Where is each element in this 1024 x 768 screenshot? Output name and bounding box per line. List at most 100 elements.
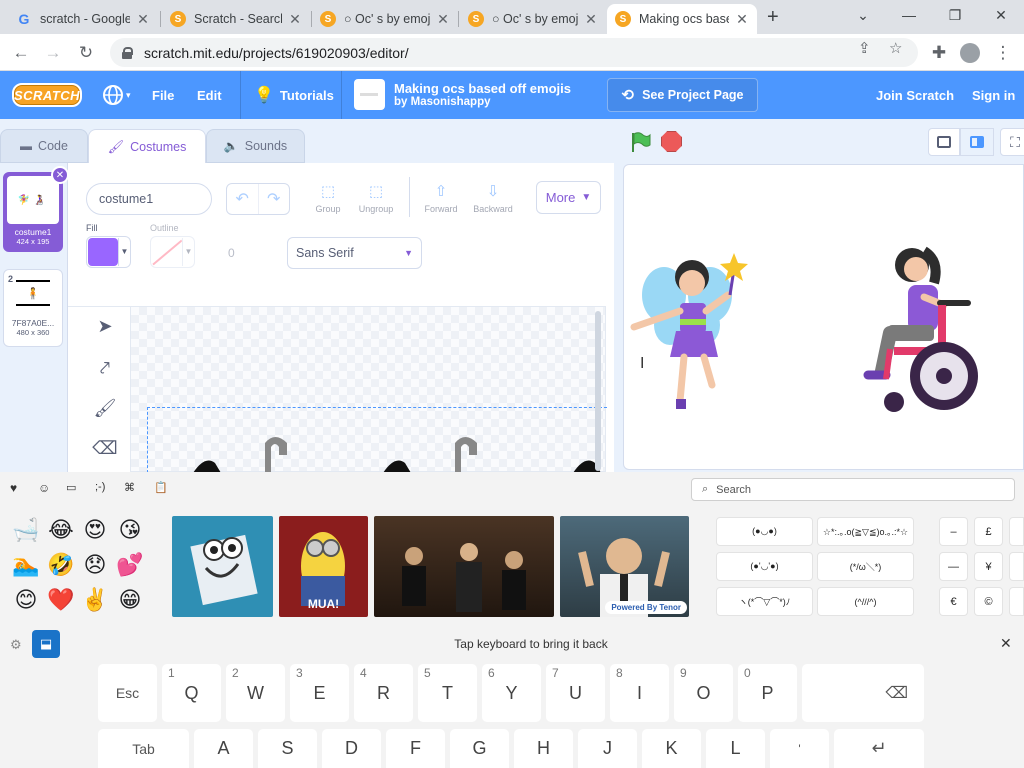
key-r[interactable]: 4R <box>354 664 413 722</box>
emoji-two-hearts[interactable]: 💕 <box>115 552 145 578</box>
key-backspace[interactable]: ⌫ <box>802 664 924 722</box>
key-a[interactable]: A <box>194 729 253 768</box>
emoji-smile[interactable]: 😊 <box>11 587 41 613</box>
key-apostrophe[interactable]: ' <box>770 729 829 768</box>
gif-item[interactable]: Powered By Tenor <box>560 516 689 617</box>
eraser-tool-icon[interactable]: ⌫ <box>92 435 118 461</box>
symbol-key[interactable]: © <box>974 587 1003 616</box>
emoji-disappointed[interactable]: 😞 <box>80 552 110 578</box>
emoji-red-heart[interactable]: ❤️ <box>46 587 76 613</box>
emoji-heart-eyes[interactable]: 😍 <box>80 517 110 543</box>
key-l[interactable]: L <box>706 729 765 768</box>
key-s[interactable]: S <box>258 729 317 768</box>
key-i[interactable]: 8I <box>610 664 669 722</box>
close-icon[interactable]: ✕ <box>136 11 150 28</box>
more-menu-icon[interactable]: ⋮ <box>990 40 1016 66</box>
join-scratch-link[interactable]: Join Scratch <box>876 71 954 119</box>
back-icon[interactable]: ← <box>8 40 34 66</box>
backward-button[interactable]: ⇩ Backward <box>470 181 516 214</box>
browser-tab-active[interactable]: S Making ocs based off emojis ✕ <box>607 4 757 34</box>
delete-costume-icon[interactable]: ✕ <box>51 166 69 184</box>
tab-sounds[interactable]: 🔈 Sounds <box>206 129 305 163</box>
browser-tab[interactable]: S ○ Oc' s by emojis ✕ <box>460 4 606 34</box>
key-y[interactable]: 6Y <box>482 664 541 722</box>
close-icon[interactable]: ✕ <box>735 11 749 28</box>
window-close-icon[interactable]: ✕ <box>978 0 1024 30</box>
costume-item-selected[interactable]: 1 ✕ 🧚‍♀️👩‍🦽 costume1 424 x 195 <box>3 166 69 252</box>
fullscreen-icon[interactable]: ⛶ <box>1000 128 1024 156</box>
bookmark-star-icon[interactable]: ☆ <box>889 39 902 57</box>
redo-icon[interactable]: ↷ <box>259 184 290 214</box>
fill-color-picker[interactable]: ▼ <box>86 236 131 268</box>
paint-canvas[interactable] <box>130 306 607 473</box>
key-j[interactable]: J <box>578 729 637 768</box>
green-flag-icon[interactable] <box>628 130 652 154</box>
tab-search-icon[interactable]: ⌄ <box>840 0 886 30</box>
symbol-key-partial[interactable] <box>1009 552 1024 581</box>
tab-costumes[interactable]: 🖌 Costumes <box>88 129 206 163</box>
key-e[interactable]: 3E <box>290 664 349 722</box>
symbol-key-partial[interactable] <box>1009 587 1024 616</box>
project-title[interactable]: Making ocs based off emojis <box>394 81 571 96</box>
font-select[interactable]: Sans Serif ▼ <box>287 237 422 269</box>
close-panel-icon[interactable]: ✕ <box>1000 635 1012 652</box>
key-esc[interactable]: Esc <box>98 664 157 722</box>
symbol-key[interactable]: £ <box>974 517 1003 546</box>
emoji-search-input[interactable]: ⌕ Search <box>691 478 1015 501</box>
brush-tool-icon[interactable]: 🖌 <box>92 395 118 421</box>
language-globe-icon[interactable]: ▾ <box>102 71 131 119</box>
profile-avatar-icon[interactable] <box>957 40 983 66</box>
symbol-key[interactable]: – <box>939 517 968 546</box>
close-icon[interactable]: ✕ <box>288 11 302 28</box>
see-project-page-button[interactable]: ⟲ See Project Page <box>607 78 758 112</box>
emoji-tears-of-joy[interactable]: 😂 <box>46 517 76 543</box>
small-stage-icon[interactable] <box>928 128 960 156</box>
gif-tab-icon[interactable]: ▭ <box>66 481 76 494</box>
emoji-bathtub[interactable]: 🛁 <box>11 517 41 543</box>
key-o[interactable]: 9O <box>674 664 733 722</box>
key-f[interactable]: F <box>386 729 445 768</box>
kaomoji-item[interactable]: ☆*:.｡.o(≧▽≦)o.｡.:*☆ <box>817 517 914 546</box>
browser-tab[interactable]: G scratch - Google Search ✕ <box>8 4 158 34</box>
emoji-rofl[interactable]: 🤣 <box>46 552 76 578</box>
sign-in-link[interactable]: Sign in <box>972 71 1015 119</box>
outline-width-input[interactable]: 0 <box>204 237 274 269</box>
key-p[interactable]: 0P <box>738 664 797 722</box>
emoji-swimmer[interactable]: 🏊 <box>11 552 41 578</box>
canvas-scrollbar[interactable] <box>595 311 601 471</box>
forward-button[interactable]: ⇧ Forward <box>422 181 460 214</box>
enter-icon[interactable]: ↵ <box>834 729 924 768</box>
key-h[interactable]: H <box>514 729 573 768</box>
select-tool-icon[interactable]: ➤ <box>92 313 118 339</box>
reshape-tool-icon[interactable]: ⤤ <box>92 355 118 381</box>
large-stage-icon[interactable] <box>960 128 994 156</box>
undo-icon[interactable]: ↶ <box>227 184 259 214</box>
costume-name-input[interactable]: costume1 <box>86 183 212 215</box>
emoji-tab-icon[interactable]: ☺ <box>38 481 50 495</box>
kaomoji-item[interactable]: ヽ(*⌒▽⌒*)ﾉ <box>716 587 813 616</box>
close-icon[interactable]: ✕ <box>436 11 450 28</box>
tab-code[interactable]: ▬ Code <box>0 129 88 163</box>
gif-item[interactable]: MUA! <box>279 516 368 617</box>
extensions-icon[interactable]: ✚ <box>926 40 952 66</box>
key-t[interactable]: 5T <box>418 664 477 722</box>
key-u[interactable]: 7U <box>546 664 605 722</box>
symbol-key[interactable]: ¥ <box>974 552 1003 581</box>
clipboard-icon[interactable]: 📋 <box>154 481 168 494</box>
emoji-victory-hand[interactable]: ✌️ <box>80 587 110 613</box>
ungroup-button[interactable]: ⬚ Ungroup <box>356 181 396 214</box>
file-menu[interactable]: File <box>152 71 174 119</box>
key-w[interactable]: 2W <box>226 664 285 722</box>
edit-menu[interactable]: Edit <box>197 71 222 119</box>
key-g[interactable]: G <box>450 729 509 768</box>
symbol-key[interactable]: — <box>939 552 968 581</box>
minimize-icon[interactable]: — <box>886 0 932 30</box>
key-tab[interactable]: Tab <box>98 729 189 768</box>
symbol-key-partial[interactable] <box>1009 517 1024 546</box>
group-button[interactable]: ⬚ Group <box>314 181 342 214</box>
gif-item[interactable] <box>172 516 273 617</box>
restore-icon[interactable]: ❐ <box>932 0 978 30</box>
stage[interactable]: Ι <box>623 164 1024 470</box>
lock-icon[interactable] <box>122 46 133 59</box>
outline-color-picker[interactable]: ▼ <box>150 236 195 268</box>
